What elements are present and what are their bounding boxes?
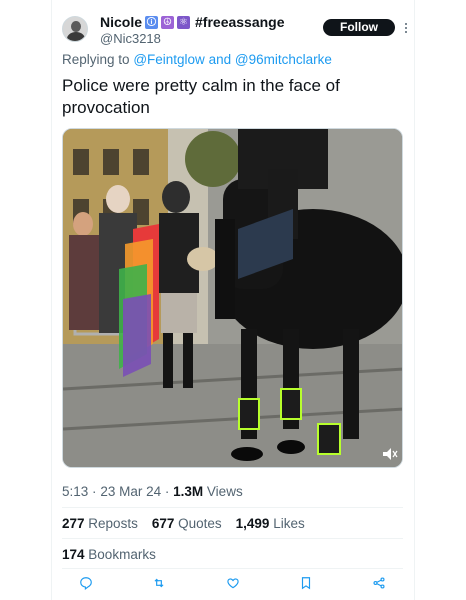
reply-icon[interactable] — [78, 575, 94, 591]
reposts-count: 277 — [62, 516, 85, 531]
avatar[interactable] — [62, 16, 88, 42]
bookmarks-label: Bookmarks — [88, 547, 156, 562]
reply-connector: and — [208, 52, 232, 67]
replying-to: Replying to @Feintglow and @96mitchclark… — [62, 52, 332, 67]
bookmarks-stat: 174 Bookmarks — [62, 547, 156, 562]
author-handle[interactable]: @Nic3218 — [100, 31, 161, 46]
share-icon[interactable] — [371, 575, 387, 591]
peace-emoji-icon: ☮ — [161, 15, 175, 29]
tweet-text: Police were pretty calm in the face of p… — [62, 76, 340, 117]
likes-label: Likes — [273, 516, 305, 531]
tweet-time[interactable]: 5:13 — [62, 484, 88, 499]
replying-prefix: Replying to — [62, 52, 130, 67]
quotes-count: 677 — [151, 516, 175, 531]
likes-count: 1,499 — [235, 516, 270, 531]
follow-button[interactable]: Follow — [323, 19, 395, 36]
meta-separator-2: · — [164, 484, 170, 499]
views-count: 1.3M — [173, 484, 204, 499]
meta-separator: · — [92, 484, 97, 499]
likes-stat[interactable]: 1,499 Likes — [236, 516, 305, 531]
name-hashtag: #freeassange — [195, 14, 285, 30]
quotes-label: Quotes — [178, 516, 222, 531]
views-label: Views — [206, 484, 243, 499]
atom-emoji-icon: ⚛ — [177, 15, 191, 29]
reposts-label: Reposts — [88, 516, 138, 531]
tweet-date[interactable]: 23 Mar 24 — [100, 484, 161, 499]
reposts-stat[interactable]: 277 Reposts — [62, 516, 138, 531]
bookmark-icon[interactable] — [298, 575, 314, 591]
info-emoji-icon: 🛈 — [145, 15, 159, 29]
divider — [62, 507, 403, 508]
divider — [62, 568, 403, 569]
reply-user-link-1[interactable]: @Feintglow — [133, 52, 204, 67]
quotes-stat[interactable]: 677 Quotes — [152, 516, 222, 531]
tweet-header: Nicole 🛈 ☮ ⚛ #freeassange @Nic3218 Follo… — [62, 12, 408, 48]
video-frame — [63, 129, 402, 467]
tweet-video[interactable] — [62, 128, 403, 468]
display-name[interactable]: Nicole — [100, 14, 142, 30]
more-options-icon[interactable] — [402, 19, 410, 36]
divider — [62, 538, 403, 539]
bookmarks-count: 174 — [62, 547, 85, 562]
action-bar — [62, 572, 403, 594]
repost-icon[interactable] — [151, 575, 167, 591]
reply-user-link-2[interactable]: @96mitchclarke — [235, 52, 332, 67]
like-icon[interactable] — [225, 575, 241, 591]
engagement-stats: 277 Reposts 677 Quotes 1,499 Likes — [62, 516, 319, 531]
tweet-meta: 5:13 · 23 Mar 24 · 1.3M Views — [62, 484, 243, 499]
author-name-line[interactable]: Nicole 🛈 ☮ ⚛ #freeassange — [100, 12, 285, 32]
